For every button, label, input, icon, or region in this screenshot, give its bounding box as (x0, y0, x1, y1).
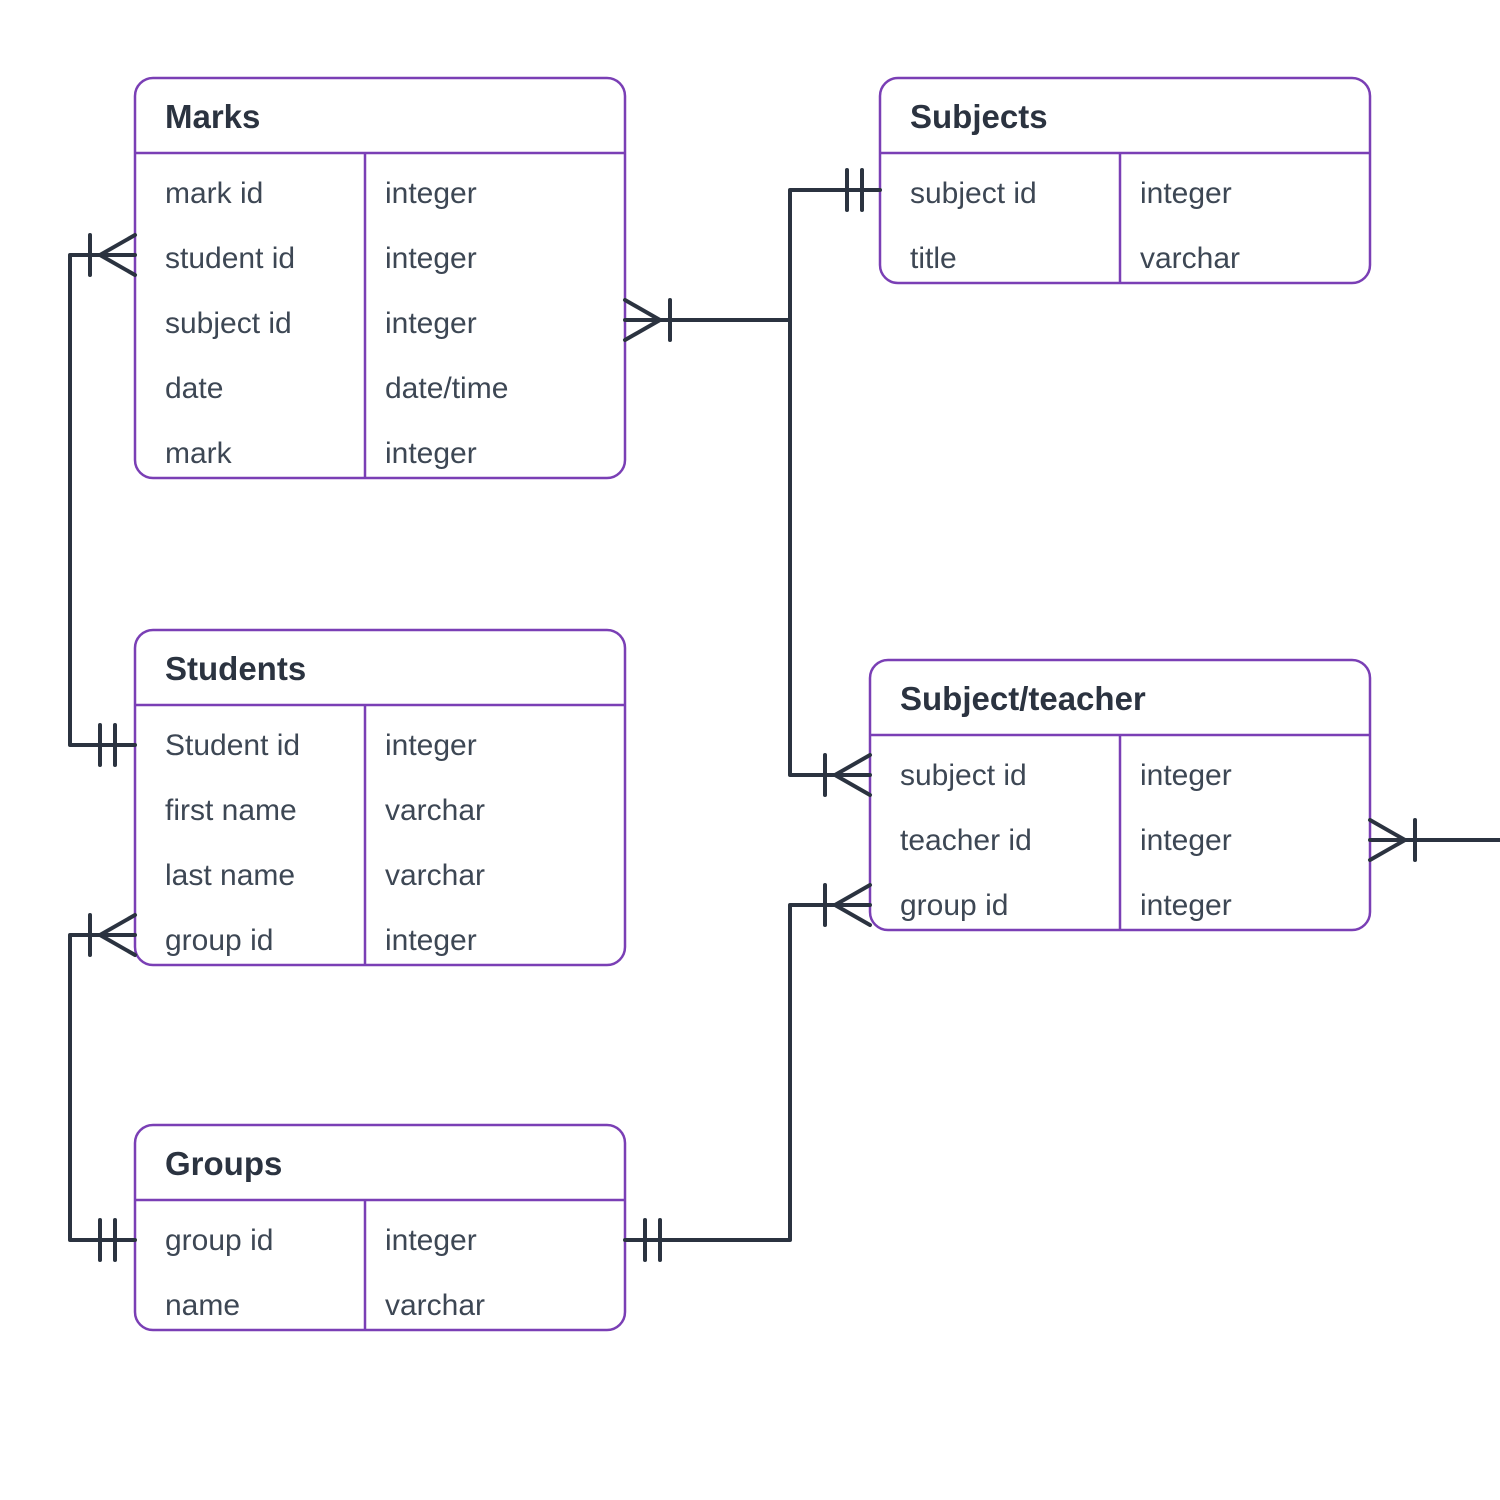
entity-subject-teacher-field-2-type: integer (1140, 889, 1232, 922)
entity-groups-field-0-type: integer (385, 1224, 477, 1257)
entity-marks-field-1-name: student id (165, 242, 295, 275)
rel-groups-subjectteacher (625, 885, 870, 1260)
entity-marks-field-0-name: mark id (165, 177, 263, 210)
entity-groups-field-1-name: name (165, 1289, 240, 1322)
rel-students-marks (70, 235, 135, 765)
rel-subjects-subjectteacher (790, 320, 870, 795)
entity-marks-field-2-name: subject id (165, 307, 292, 340)
entity-marks-title: Marks (165, 98, 260, 135)
entity-marks-field-3-type: date/time (385, 372, 508, 405)
entity-subject-teacher-field-1-type: integer (1140, 824, 1232, 857)
entity-marks-field-1-type: integer (385, 242, 477, 275)
entity-groups-title: Groups (165, 1145, 282, 1182)
entity-groups: Groups group id integer name varchar (135, 1125, 625, 1330)
entity-marks-field-4-name: mark (165, 437, 233, 470)
entity-students-field-0-type: integer (385, 729, 477, 762)
rel-groups-students (70, 915, 135, 1260)
entity-subject-teacher-title: Subject/teacher (900, 680, 1146, 717)
entity-subjects: Subjects subject id integer title varcha… (880, 78, 1370, 283)
entity-students-field-3-name: group id (165, 924, 273, 957)
entity-subject-teacher-field-1-name: teacher id (900, 824, 1032, 857)
rel-teachers-subjectteacher (1370, 820, 1500, 860)
entity-subjects-title: Subjects (910, 98, 1048, 135)
entity-groups-field-1-type: varchar (385, 1289, 485, 1322)
entity-subject-teacher-field-0-name: subject id (900, 759, 1027, 792)
entity-subjects-field-1-name: title (910, 242, 957, 275)
entity-students-field-0-name: Student id (165, 729, 300, 762)
er-diagram: Marks mark id integer student id integer… (0, 0, 1500, 1500)
rel-subjects-marks (625, 170, 880, 340)
entity-subjects-field-1-type: varchar (1140, 242, 1240, 275)
entity-students-field-2-type: varchar (385, 859, 485, 892)
entity-marks-field-0-type: integer (385, 177, 477, 210)
entity-subject-teacher-field-0-type: integer (1140, 759, 1232, 792)
entity-subject-teacher: Subject/teacher subject id integer teach… (870, 660, 1370, 930)
entity-marks-field-3-name: date (165, 372, 223, 405)
entity-students-field-3-type: integer (385, 924, 477, 957)
entity-marks-field-2-type: integer (385, 307, 477, 340)
entity-students-field-1-name: first name (165, 794, 297, 827)
entity-students-field-2-name: last name (165, 859, 295, 892)
entity-subjects-field-0-name: subject id (910, 177, 1037, 210)
entity-groups-field-0-name: group id (165, 1224, 273, 1257)
entity-marks: Marks mark id integer student id integer… (135, 78, 625, 478)
entity-students-title: Students (165, 650, 306, 687)
entity-students-field-1-type: varchar (385, 794, 485, 827)
entity-subject-teacher-field-2-name: group id (900, 889, 1008, 922)
entity-subjects-field-0-type: integer (1140, 177, 1232, 210)
entity-students: Students Student id integer first name v… (135, 630, 625, 965)
entity-marks-field-4-type: integer (385, 437, 477, 470)
